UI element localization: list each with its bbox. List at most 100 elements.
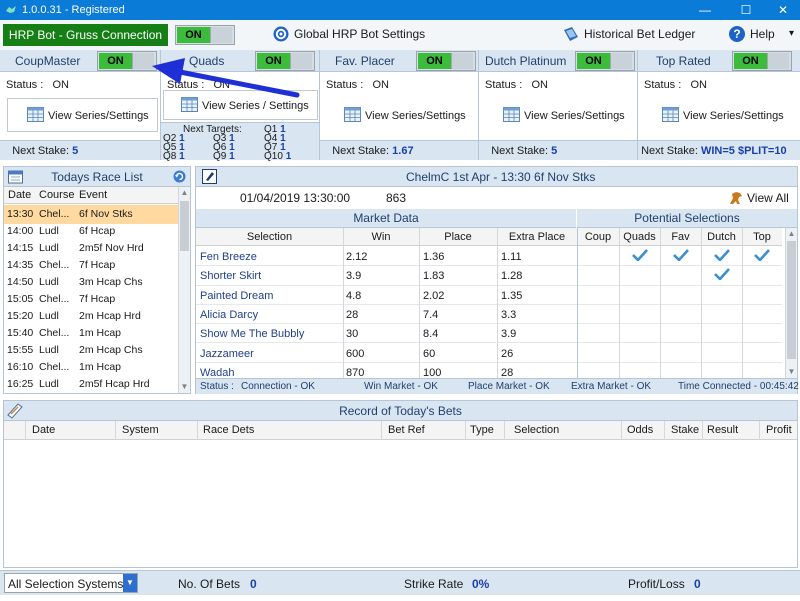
selection-row[interactable]: Show Me The Bubbly 30 8.4 3.9	[196, 324, 782, 344]
scroll-up-icon[interactable]: ▲	[179, 187, 190, 199]
col-top[interactable]: Top	[742, 231, 782, 243]
race-detail-header: ChelmC 1st Apr - 13:30 6f Nov Stks	[196, 167, 797, 187]
fav-placer-toggle[interactable]: ON	[416, 51, 476, 71]
gear-icon[interactable]	[272, 25, 290, 43]
col-extra-place[interactable]: Extra Place	[497, 231, 577, 243]
connection-button[interactable]: HRP Bot - Gruss Connection	[3, 24, 168, 46]
extra-place-odds: 3.3	[501, 308, 517, 321]
col-race-dets[interactable]: Race Dets	[203, 424, 254, 436]
next-stake-value: 5	[551, 145, 558, 157]
col-profit[interactable]: Profit	[766, 424, 792, 436]
scroll-thumb[interactable]	[787, 241, 796, 359]
global-settings-button[interactable]: Global HRP Bot Settings	[294, 26, 425, 42]
col-win[interactable]: Win	[343, 231, 419, 243]
col-type[interactable]: Type	[470, 424, 494, 436]
next-stake-label: Next Stake:	[641, 145, 698, 157]
chevron-down-icon[interactable]: ▼	[123, 574, 137, 592]
app-logo-icon	[6, 6, 16, 13]
col-event[interactable]: Event	[79, 189, 107, 201]
selection-row[interactable]: Shorter Skirt 3.9 1.83 1.28	[196, 266, 782, 286]
col-stake[interactable]: Stake	[671, 424, 699, 436]
help-caret-icon[interactable]: ▾	[789, 26, 794, 42]
system-header: Top Rated ON	[638, 50, 800, 72]
status-label: Status :	[326, 79, 364, 91]
col-dutch[interactable]: Dutch	[701, 231, 742, 243]
check-icon	[714, 249, 730, 262]
selection-name: Painted Dream	[200, 289, 274, 302]
view-series-button[interactable]: View Series / Settings	[163, 90, 318, 120]
status-value: ON	[52, 79, 69, 91]
col-fav[interactable]: Fav	[660, 231, 701, 243]
view-all-button[interactable]: View All	[747, 191, 789, 205]
system-filter-select[interactable]: All Selection Systems ▼	[4, 573, 138, 593]
summary-footer: All Selection Systems ▼ No. Of Bets 0 St…	[0, 570, 800, 595]
col-coup[interactable]: Coup	[577, 231, 619, 243]
selection-name: Wadah	[200, 366, 235, 379]
help-button[interactable]: Help	[750, 26, 775, 42]
col-course[interactable]: Course	[39, 189, 74, 201]
scroll-thumb[interactable]	[180, 201, 189, 251]
view-series-label: View Series/Settings	[365, 110, 466, 122]
horse-icon[interactable]	[728, 190, 744, 206]
col-result[interactable]: Result	[707, 424, 738, 436]
race-list-scrollbar[interactable]: ▲ ▼	[178, 187, 190, 393]
scroll-down-icon[interactable]: ▼	[786, 366, 797, 378]
column-divider	[577, 228, 578, 384]
market-data-header: Market Data	[196, 209, 576, 228]
race-course: Ludl	[39, 225, 59, 237]
ledger-icon[interactable]	[562, 25, 580, 43]
quads-toggle[interactable]: ON	[255, 51, 315, 71]
system-name: Dutch Platinum	[485, 54, 567, 68]
ledger-icon	[7, 403, 23, 419]
extra-market-status: Extra Market - OK	[571, 381, 652, 392]
col-date[interactable]: Date	[32, 424, 55, 436]
help-icon[interactable]: ?	[728, 25, 746, 43]
top-rated-toggle[interactable]: ON	[732, 51, 792, 71]
dutch-platinum-toggle[interactable]: ON	[575, 51, 635, 71]
view-series-button[interactable]: View Series/Settings	[324, 98, 475, 132]
view-series-button[interactable]: View Series/Settings	[483, 98, 634, 132]
win-odds: 30	[346, 328, 359, 341]
system-filter-value: All Selection Systems	[8, 577, 124, 591]
col-quads[interactable]: Quads	[619, 231, 660, 243]
race-time: 14:15	[7, 242, 34, 254]
race-event: 1m Hcap	[79, 361, 122, 373]
selection-row[interactable]: Alicia Darcy 28 7.4 3.3	[196, 305, 782, 325]
race-event: 7f Hcap	[79, 259, 116, 271]
selections-scrollbar[interactable]: ▲ ▼	[785, 228, 797, 378]
edit-icon[interactable]	[202, 169, 217, 184]
toggle-state: ON	[257, 53, 290, 69]
col-bet-ref[interactable]: Bet Ref	[388, 424, 425, 436]
next-stake-label: Next Stake:	[491, 145, 549, 157]
maximize-button[interactable]: ☐	[731, 2, 761, 18]
selection-row[interactable]: Jazzameer 600 60 26	[196, 344, 782, 363]
column-divider	[701, 228, 702, 384]
selection-row[interactable]: Fen Breeze 2.12 1.36 1.11	[196, 247, 782, 267]
historical-ledger-button[interactable]: Historical Bet Ledger	[584, 26, 695, 42]
close-button[interactable]: ✕	[768, 2, 798, 18]
next-stake: Next Stake: 1.67	[320, 140, 478, 160]
grid-icon	[662, 107, 679, 122]
col-selection[interactable]: Selection	[514, 424, 559, 436]
race-course: Chel...	[39, 327, 70, 339]
scroll-down-icon[interactable]: ▼	[179, 381, 190, 393]
col-place[interactable]: Place	[419, 231, 497, 243]
col-odds[interactable]: Odds	[627, 424, 653, 436]
race-row[interactable]: 16:25 Ludl 2m5f Hcap Hrd	[4, 375, 179, 394]
scroll-up-icon[interactable]: ▲	[786, 228, 797, 240]
next-stake: Next Stake: WIN=5 $PLIT=10	[638, 140, 800, 160]
next-stake-label: Next Stake:	[332, 145, 390, 157]
view-series-button[interactable]: View Series/Settings	[642, 98, 796, 132]
col-selection[interactable]: Selection	[196, 231, 343, 243]
race-datetime: 01/04/2019 13:30:00	[240, 191, 351, 205]
col-date[interactable]: Date	[8, 189, 31, 201]
minimize-button[interactable]: —	[690, 2, 720, 18]
selection-row[interactable]: Painted Dream 4.8 2.02 1.35	[196, 286, 782, 305]
coupmaster-toggle[interactable]: ON	[97, 51, 157, 71]
col-system[interactable]: System	[122, 424, 159, 436]
view-series-button[interactable]: View Series/Settings	[7, 98, 158, 132]
connection-toggle[interactable]: ON	[175, 25, 235, 45]
profit-loss-value: 0	[694, 577, 701, 591]
race-time: 16:25	[7, 378, 34, 390]
refresh-icon[interactable]	[173, 170, 186, 183]
